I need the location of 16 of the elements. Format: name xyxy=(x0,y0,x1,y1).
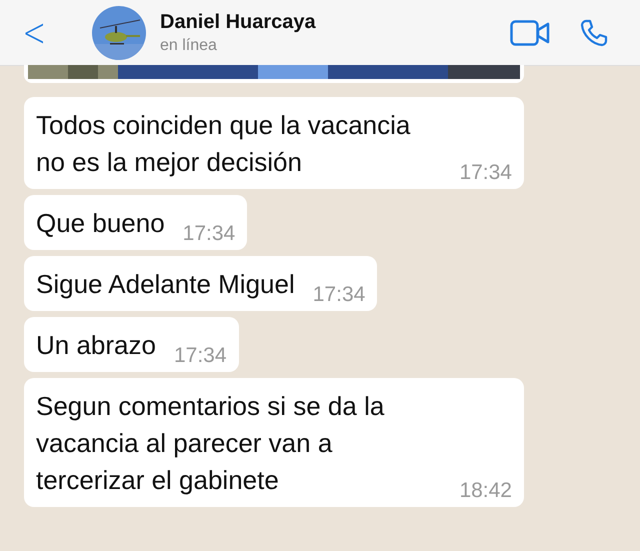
message-text: Un abrazo xyxy=(36,329,156,362)
back-button[interactable]: < xyxy=(22,10,44,56)
contact-status: en línea xyxy=(160,36,218,54)
message-time: 17:34 xyxy=(459,161,512,185)
message-time: 17:34 xyxy=(182,222,236,246)
image-message[interactable] xyxy=(24,65,524,83)
phone-call-icon[interactable] xyxy=(580,18,608,46)
message-time: 17:34 xyxy=(312,283,366,307)
video-call-icon[interactable] xyxy=(510,20,550,46)
message-text: Todos coinciden que la vacancia no es la mejor decisión xyxy=(36,109,412,179)
message-time: 17:34 xyxy=(174,344,227,368)
message-text: Segun comentarios si se da la vacancia al parecer van a tercerizar el gabinete xyxy=(36,390,386,497)
message-text: Que bueno xyxy=(36,207,165,240)
contact-name: Daniel Huarcaya xyxy=(160,10,317,34)
message-text: Sigue Adelante Miguel xyxy=(36,268,295,301)
message-time: 18:42 xyxy=(459,479,512,503)
